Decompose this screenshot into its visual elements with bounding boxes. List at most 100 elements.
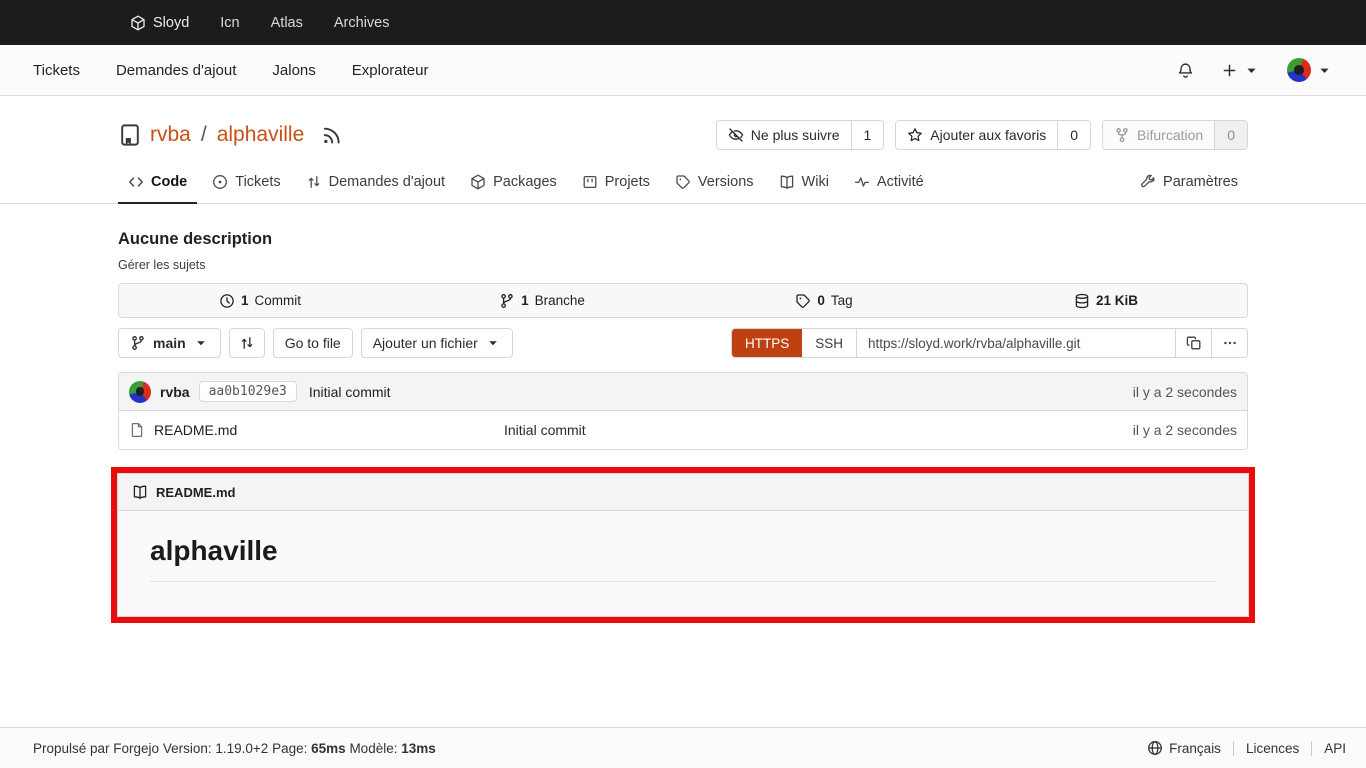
footer-divider [1311,740,1313,756]
compare-button[interactable] [228,328,265,358]
template-render-time: 13ms [401,740,436,756]
nav-item-explore[interactable]: Explorateur [352,62,429,79]
tags-stat[interactable]: 0 Tag [683,293,965,309]
tab-packages[interactable]: Packages [460,164,567,204]
repo-stats-bar: 1 Commit 1 Branche 0 Tag 21 KiB [118,283,1248,318]
star-icon [907,127,923,143]
tab-projects[interactable]: Projets [572,164,660,204]
meta-nav-item-archives[interactable]: Archives [334,15,390,31]
goto-file-button[interactable]: Go to file [272,328,353,358]
copy-icon [1186,335,1202,351]
commits-stat[interactable]: 1 Commit [119,293,401,309]
chevron-down-icon [485,335,501,351]
stars-count[interactable]: 0 [1057,121,1091,149]
book-icon [779,174,795,190]
file-link[interactable]: README.md [129,422,504,438]
repo-description: Aucune description [118,230,273,248]
repo-owner-link[interactable]: rvba [150,123,191,147]
forks-count: 0 [1214,121,1247,149]
brand-label: Sloyd [153,14,190,31]
tab-activity[interactable]: Activité [844,164,934,204]
bell-icon [1177,62,1194,79]
code-icon [128,174,144,190]
file-commit-message[interactable]: Initial commit [504,422,1133,438]
chevron-down-icon [193,335,209,351]
page-footer: Propulsé par Forgejo Version: 1.19.0+2 P… [0,727,1366,768]
meta-navbar: Sloyd Icn Atlas Archives [0,0,1366,45]
commit-sha-badge[interactable]: aa0b1029e3 [198,381,297,402]
nav-item-milestones[interactable]: Jalons [272,62,315,79]
commit-author[interactable]: rvba [160,384,190,400]
issue-icon [212,174,228,190]
clone-https-button[interactable]: HTTPS [731,329,803,357]
page-render-time: 65ms [311,740,346,756]
tag-icon [675,174,691,190]
tools-icon [1140,174,1156,190]
repo-separator: / [200,123,207,146]
copy-url-button[interactable] [1175,329,1211,357]
globe-icon [1147,740,1163,756]
readme-header: README.md [118,474,1248,511]
readme-content: alphaville [118,511,1248,616]
package-logo-icon [130,15,146,31]
language-selector[interactable]: Français [1147,740,1221,756]
rss-icon[interactable] [320,123,344,147]
readme-title: README.md [156,484,236,500]
chevron-down-icon [1243,62,1260,79]
nav-item-issues[interactable]: Tickets [33,62,80,79]
page-main: rvba / alphaville Ne plus suivre 1 Ajout… [0,96,1366,623]
brand-link[interactable]: Sloyd [130,15,189,31]
create-new-button[interactable] [1221,62,1260,79]
repo-tab-bar: Code Tickets Demandes d'ajout Packages P… [118,164,1248,204]
annotation-highlight: README.md alphaville [111,467,1255,623]
more-options-button[interactable] [1211,329,1247,357]
branch-icon [499,293,515,309]
add-file-button[interactable]: Ajouter un fichier [360,328,513,358]
meta-nav-item-atlas[interactable]: Atlas [271,15,303,31]
commit-time: il y a 2 secondes [1132,383,1237,400]
repo-size-stat[interactable]: 21 KiB [965,293,1247,309]
api-link[interactable]: API [1324,741,1346,756]
repo-name-link[interactable]: alphaville [217,123,305,147]
meta-nav-item-icn[interactable]: Icn [220,15,239,31]
top-navbar: Tickets Demandes d'ajout Jalons Explorat… [0,45,1366,96]
repo-home: Aucune description Gérer les sujets 1 Com… [111,204,1255,623]
tab-settings[interactable]: Paramètres [1130,164,1248,204]
tab-releases[interactable]: Versions [665,164,764,204]
tab-pulls[interactable]: Demandes d'ajout [296,164,455,204]
manage-topics-link[interactable]: Gérer les sujets [118,258,1248,272]
pull-request-icon [306,174,322,190]
commit-author-avatar[interactable] [129,380,151,403]
nav-item-pulls[interactable]: Demandes d'ajout [116,62,236,79]
watchers-count[interactable]: 1 [850,121,884,149]
readme-heading: alphaville [150,535,1216,582]
unwatch-button[interactable]: Ne plus suivre [716,121,851,149]
file-table: rvba aa0b1029e3 Initial commit il y a 2 … [118,372,1248,450]
clone-url-input[interactable] [857,329,1175,357]
user-avatar [1287,58,1311,82]
project-icon [582,174,598,190]
chevron-down-icon [1316,62,1333,79]
file-commit-time: il y a 2 secondes [1132,422,1237,438]
branch-icon [130,335,146,351]
user-menu-button[interactable] [1287,58,1333,82]
branches-stat[interactable]: 1 Branche [401,293,683,309]
commit-message[interactable]: Initial commit [309,384,391,400]
tab-code[interactable]: Code [118,164,198,204]
powered-by-text: Propulsé par Forgejo Version: 1.19.0+2 P… [33,740,436,756]
star-button[interactable]: Ajouter aux favoris [896,121,1058,149]
tab-issues[interactable]: Tickets [202,164,290,204]
branch-selector-button[interactable]: main [118,328,221,358]
notifications-button[interactable] [1177,62,1194,79]
fork-icon [1114,127,1130,143]
clone-url-bar: HTTPS SSH [730,328,1248,358]
repo-title: rvba / alphaville [118,123,344,147]
code-toolbar: main Go to file Ajouter un fichier HTTPS… [118,328,1248,358]
repo-header: rvba / alphaville Ne plus suivre 1 Ajout… [0,96,1366,204]
package-icon [470,174,486,190]
tab-wiki[interactable]: Wiki [769,164,839,204]
licenses-link[interactable]: Licences [1246,741,1299,756]
latest-commit-row: rvba aa0b1029e3 Initial commit il y a 2 … [119,373,1247,411]
eye-off-icon [728,127,744,143]
clone-ssh-button[interactable]: SSH [802,329,857,357]
